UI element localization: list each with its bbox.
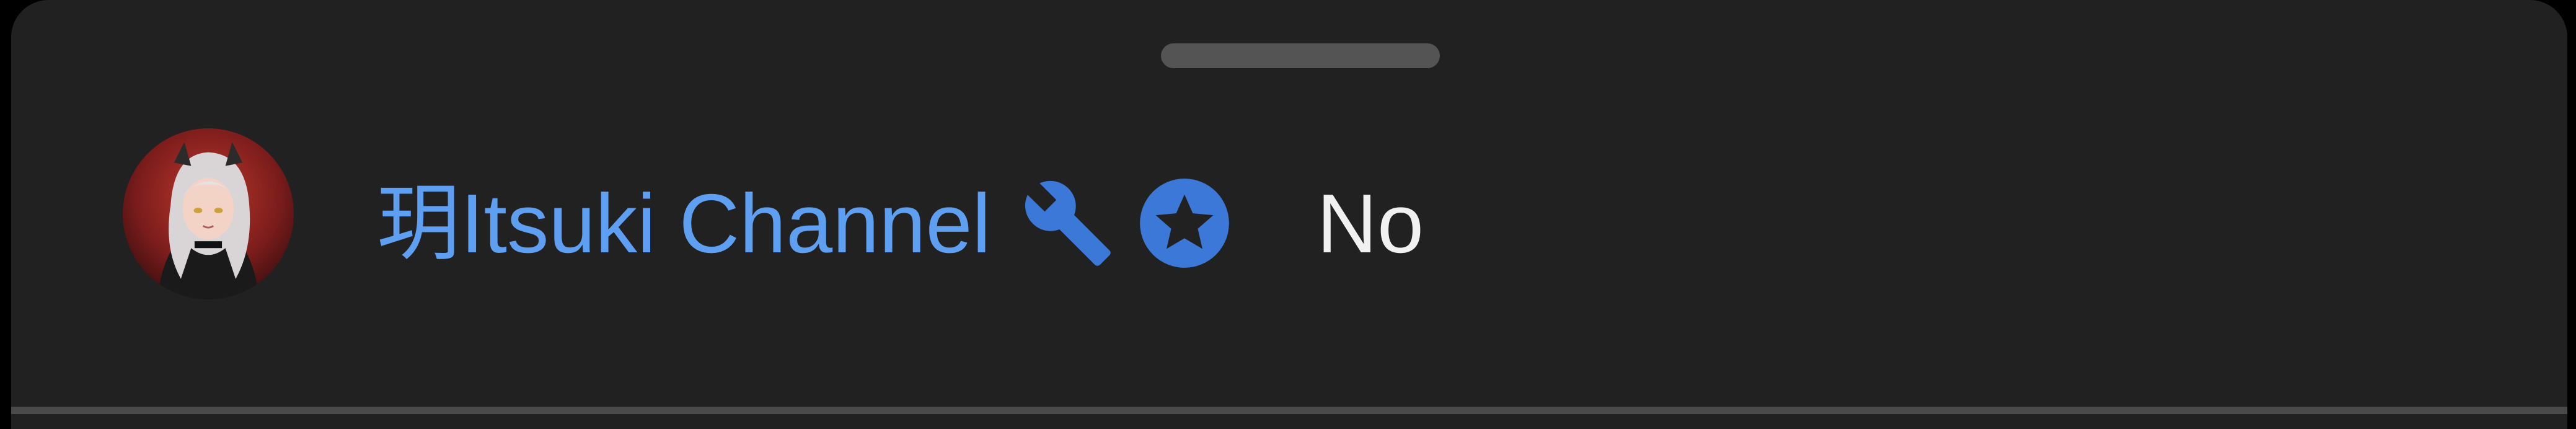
avatar-image <box>123 128 294 299</box>
avatar[interactable] <box>123 128 294 299</box>
star-badge-icon <box>1138 177 1231 270</box>
drag-handle[interactable] <box>1161 43 1440 68</box>
message-text: No <box>1317 176 1424 270</box>
divider <box>11 407 2567 414</box>
wrench-icon <box>1021 177 1114 270</box>
chat-message-row[interactable]: 玥Itsuki Channel No <box>377 161 1424 285</box>
bottom-sheet: 玥Itsuki Channel No <box>11 0 2567 429</box>
author-name[interactable]: 玥Itsuki Channel <box>377 182 990 265</box>
